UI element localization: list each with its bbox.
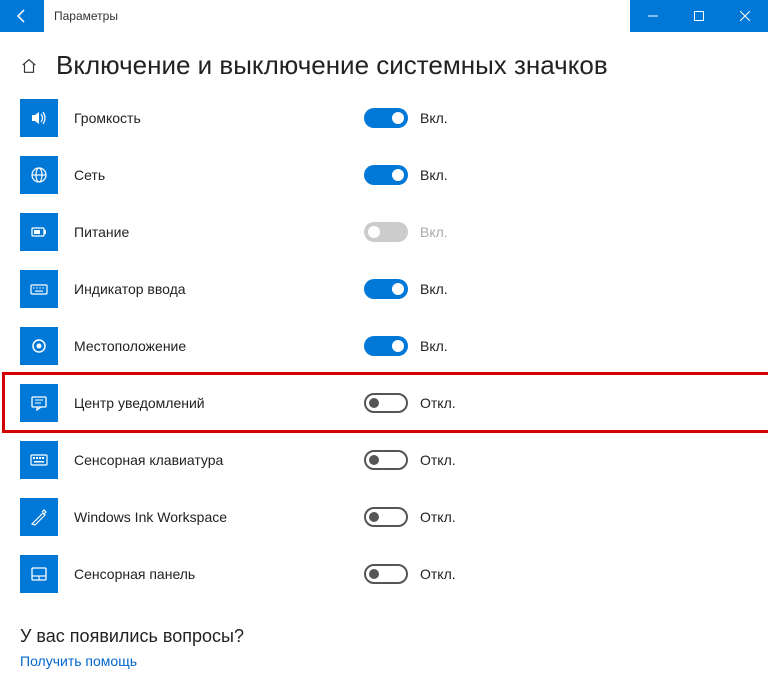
toggle-state-label: Откл. <box>420 509 456 525</box>
setting-label: Сенсорная панель <box>74 566 364 582</box>
toggle-input[interactable] <box>364 279 408 299</box>
toggle-state-label: Вкл. <box>420 110 448 126</box>
close-button[interactable] <box>722 0 768 32</box>
toggle-state-label: Откл. <box>420 395 456 411</box>
maximize-icon <box>694 11 704 21</box>
toggle-wrap: Вкл. <box>364 336 448 356</box>
toggle-wrap: Откл. <box>364 450 456 470</box>
ink-icon <box>20 498 58 536</box>
toggle-state-label: Вкл. <box>420 281 448 297</box>
network-icon <box>20 156 58 194</box>
footer: У вас появились вопросы? Получить помощь <box>20 626 748 671</box>
toggle-network[interactable] <box>364 165 408 185</box>
header-row: Включение и выключение системных значков <box>20 32 748 87</box>
toggle-state-label: Вкл. <box>420 224 448 240</box>
setting-row-touchpad: Сенсорная панель Откл. <box>20 545 748 602</box>
home-icon[interactable] <box>20 57 38 75</box>
setting-row-volume: Громкость Вкл. <box>20 89 748 146</box>
setting-label: Центр уведомлений <box>74 395 364 411</box>
close-icon <box>740 11 750 21</box>
back-button[interactable] <box>0 0 44 32</box>
minimize-icon <box>648 11 658 21</box>
maximize-button[interactable] <box>676 0 722 32</box>
toggle-wrap: Вкл. <box>364 165 448 185</box>
setting-label: Местоположение <box>74 338 364 354</box>
window-title: Параметры <box>44 0 118 32</box>
settings-list: ГромкостьВкл.СетьВкл.ПитаниеВкл.Индикато… <box>20 89 748 602</box>
setting-row-notification: Центр уведомлений Откл. <box>20 374 748 431</box>
toggle-volume[interactable] <box>364 108 408 128</box>
setting-row-power: Питание Вкл. <box>20 203 748 260</box>
setting-row-input: Индикатор ввода Вкл. <box>20 260 748 317</box>
toggle-state-label: Откл. <box>420 566 456 582</box>
setting-label: Windows Ink Workspace <box>74 509 364 525</box>
toggle-touchkey[interactable] <box>364 450 408 470</box>
setting-label: Питание <box>74 224 364 240</box>
toggle-wrap: Вкл. <box>364 222 448 242</box>
toggle-wrap: Вкл. <box>364 279 448 299</box>
setting-label: Сеть <box>74 167 364 183</box>
toggle-state-label: Вкл. <box>420 338 448 354</box>
setting-row-location: Местоположение Вкл. <box>20 317 748 374</box>
power-icon <box>20 213 58 251</box>
page-title: Включение и выключение системных значков <box>56 50 608 81</box>
touchkey-icon <box>20 441 58 479</box>
minimize-button[interactable] <box>630 0 676 32</box>
input-icon <box>20 270 58 308</box>
toggle-ink[interactable] <box>364 507 408 527</box>
toggle-location[interactable] <box>364 336 408 356</box>
toggle-notification[interactable] <box>364 393 408 413</box>
volume-icon <box>20 99 58 137</box>
help-link[interactable]: Получить помощь <box>20 653 137 669</box>
setting-label: Сенсорная клавиатура <box>74 452 364 468</box>
setting-row-network: Сеть Вкл. <box>20 146 748 203</box>
setting-label: Громкость <box>74 110 364 126</box>
arrow-left-icon <box>14 8 30 24</box>
toggle-wrap: Откл. <box>364 507 456 527</box>
titlebar: Параметры <box>0 0 768 32</box>
notification-icon <box>20 384 58 422</box>
setting-label: Индикатор ввода <box>74 281 364 297</box>
toggle-wrap: Откл. <box>364 393 456 413</box>
location-icon <box>20 327 58 365</box>
setting-row-ink: Windows Ink Workspace Откл. <box>20 488 748 545</box>
toggle-power <box>364 222 408 242</box>
toggle-state-label: Вкл. <box>420 167 448 183</box>
footer-question: У вас появились вопросы? <box>20 626 748 647</box>
toggle-wrap: Вкл. <box>364 108 448 128</box>
toggle-state-label: Откл. <box>420 452 456 468</box>
toggle-touchpad[interactable] <box>364 564 408 584</box>
setting-row-touchkey: Сенсорная клавиатура Откл. <box>20 431 748 488</box>
touchpad-icon <box>20 555 58 593</box>
toggle-wrap: Откл. <box>364 564 456 584</box>
content: Включение и выключение системных значков… <box>0 32 768 681</box>
